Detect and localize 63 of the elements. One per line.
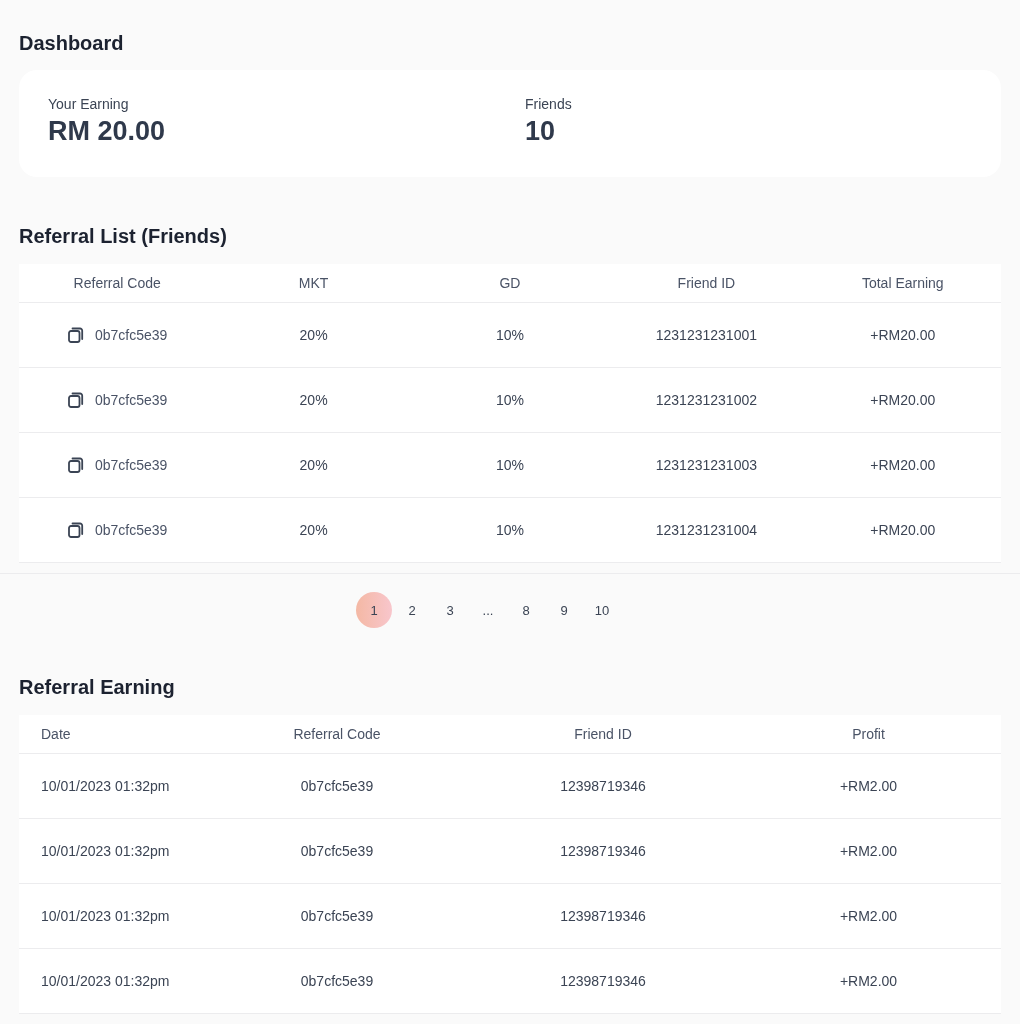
table-cell-text: +RM20.00: [869, 392, 937, 408]
table-cell-text: 10/01/2023 01:32pm: [40, 843, 171, 859]
column-header: Referral Code: [72, 275, 162, 291]
section-title: Dashboard: [19, 31, 124, 56]
table-cell-text: 10/01/2023 01:32pm: [40, 908, 171, 924]
table-cell-text: 20%: [298, 457, 329, 473]
table-cell-text: 20%: [298, 392, 329, 408]
table-cell-text: 1231231231001: [654, 327, 758, 343]
stat-value: 10: [525, 116, 556, 147]
page-button[interactable]: 2: [394, 592, 430, 628]
copy-icon[interactable]: [67, 326, 85, 344]
stat-value: RM 20.00: [48, 116, 166, 147]
column-header: Profit: [851, 726, 886, 742]
column-header: Date: [40, 726, 72, 742]
copy-icon[interactable]: [67, 391, 85, 409]
table-cell-text: 10%: [494, 392, 525, 408]
page-button[interactable]: 8: [508, 592, 544, 628]
table-cell-text: 10/01/2023 01:32pm: [40, 973, 171, 989]
table-cell: 0b7cfc5e39: [95, 392, 168, 408]
table-cell-text: +RM2.00: [838, 778, 899, 794]
table-cell-text: 1231231231003: [654, 457, 758, 473]
table-cell-text: 0b7cfc5e39: [299, 973, 375, 989]
page-button[interactable]: 9: [546, 592, 582, 628]
table-cell-text: 20%: [298, 522, 329, 538]
table-cell-text: 0b7cfc5e39: [299, 778, 375, 794]
stat-label: Friends: [525, 96, 572, 112]
stat-label: Your Earning: [48, 96, 129, 112]
table-cell: 0b7cfc5e39: [95, 522, 168, 538]
table-cell-text: 12398719346: [559, 778, 647, 794]
column-header: MKT: [297, 275, 330, 291]
column-header: Referral Code: [292, 726, 382, 742]
table-cell-text: +RM2.00: [838, 908, 899, 924]
table-cell-text: 12398719346: [559, 973, 647, 989]
table-cell-text: +RM2.00: [838, 973, 899, 989]
column-header: Friend ID: [676, 275, 737, 291]
table-cell-text: 20%: [298, 327, 329, 343]
table-cell-text: +RM20.00: [869, 327, 937, 343]
table-cell-text: 10%: [494, 327, 525, 343]
page-button[interactable]: 3: [432, 592, 468, 628]
table-cell-text: 10%: [494, 457, 525, 473]
table-cell-text: 12398719346: [559, 908, 647, 924]
table-cell-text: +RM2.00: [838, 843, 899, 859]
table-cell-text: 12398719346: [559, 843, 647, 859]
section-title: Referral List (Friends): [19, 224, 227, 249]
page-button[interactable]: 1: [356, 592, 392, 628]
table-cell-text: 1231231231004: [654, 522, 758, 538]
table-cell-text: 1231231231002: [654, 392, 758, 408]
table-cell: 0b7cfc5e39: [95, 327, 168, 343]
column-header: GD: [498, 275, 522, 291]
table-cell-text: 10%: [494, 522, 525, 538]
table-cell-text: +RM20.00: [869, 522, 937, 538]
table-cell-text: 0b7cfc5e39: [299, 908, 375, 924]
page-button[interactable]: 10: [584, 592, 620, 628]
section-title: Referral Earning: [19, 675, 175, 700]
column-header: Total Earning: [860, 275, 945, 291]
copy-icon[interactable]: [67, 456, 85, 474]
table-cell: 0b7cfc5e39: [95, 457, 168, 473]
page-button[interactable]: ...: [470, 592, 506, 628]
copy-icon[interactable]: [67, 521, 85, 539]
table-cell-text: 0b7cfc5e39: [299, 843, 375, 859]
table-cell-text: 10/01/2023 01:32pm: [40, 778, 171, 794]
table-cell-text: +RM20.00: [869, 457, 937, 473]
column-header: Friend ID: [573, 726, 633, 742]
